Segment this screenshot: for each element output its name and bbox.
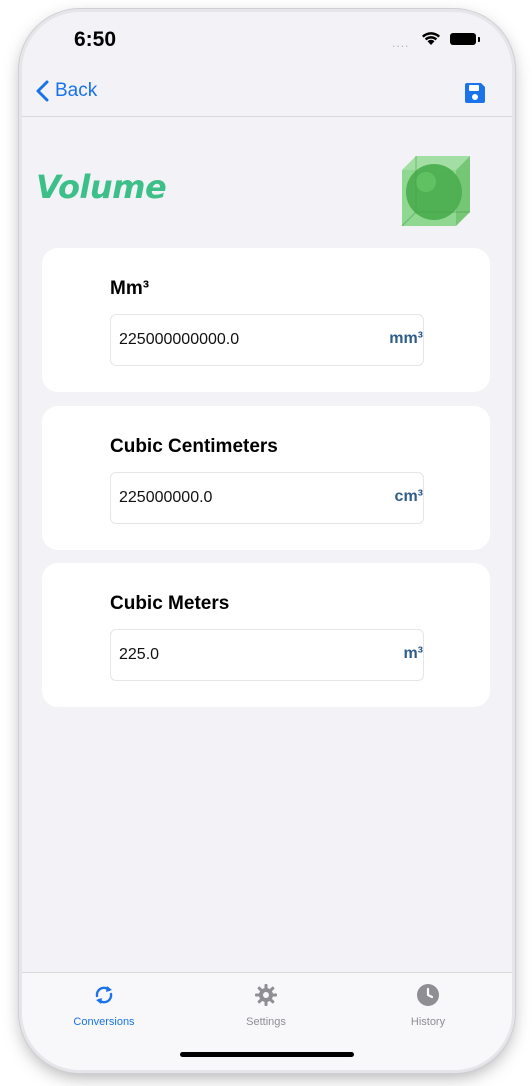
tab-history[interactable]: History	[368, 983, 488, 1028]
battery-icon	[450, 33, 480, 45]
navigation-bar: Back	[22, 72, 512, 117]
back-label: Back	[55, 80, 98, 101]
unit-suffix: m³	[403, 645, 423, 662]
wifi-icon	[422, 32, 440, 45]
cubic-meters-input[interactable]: 225.0 m³	[110, 629, 424, 681]
refresh-arrows-icon	[95, 986, 113, 1004]
clock-icon	[417, 984, 439, 1006]
unit-suffix: mm³	[389, 330, 423, 347]
phone-screen: 6:50 .... Back Volume Mm³ 225000000000.0…	[22, 12, 512, 1070]
tab-label: Conversions	[73, 1016, 135, 1028]
page-title: Volume	[36, 168, 167, 206]
gear-icon	[255, 984, 277, 1006]
unit-label: Mm³	[110, 278, 150, 299]
input-value: 225.0	[119, 646, 160, 663]
input-value: 225000000000.0	[119, 331, 240, 348]
signal-indicator: ....	[392, 36, 410, 50]
conversion-card-mm3: Mm³ 225000000000.0 mm³	[42, 248, 490, 392]
back-button[interactable]: Back	[36, 80, 97, 102]
unit-label: Cubic Meters	[110, 593, 230, 614]
status-time: 6:50	[74, 28, 117, 51]
status-bar: 6:50 ....	[22, 12, 512, 72]
tab-label: Settings	[246, 1016, 286, 1028]
tab-conversions[interactable]: Conversions	[44, 983, 164, 1028]
cubic-centimeters-input[interactable]: 225000000.0 cm³	[110, 472, 424, 524]
cube-sphere-icon	[401, 156, 470, 227]
tab-label: History	[410, 1016, 446, 1028]
mm3-input[interactable]: 225000000000.0 mm³	[110, 314, 424, 366]
floppy-disk-icon[interactable]	[462, 80, 488, 106]
chevron-left-icon	[36, 80, 49, 102]
unit-label: Cubic Centimeters	[110, 436, 278, 457]
unit-suffix: cm³	[394, 488, 423, 505]
home-indicator	[180, 1052, 354, 1057]
conversion-card-cubic-meters: Cubic Meters 225.0 m³	[42, 563, 490, 707]
input-value: 225000000.0	[119, 489, 213, 506]
conversion-card-cubic-centimeters: Cubic Centimeters 225000000.0 cm³	[42, 406, 490, 550]
tab-settings[interactable]: Settings	[206, 983, 326, 1028]
